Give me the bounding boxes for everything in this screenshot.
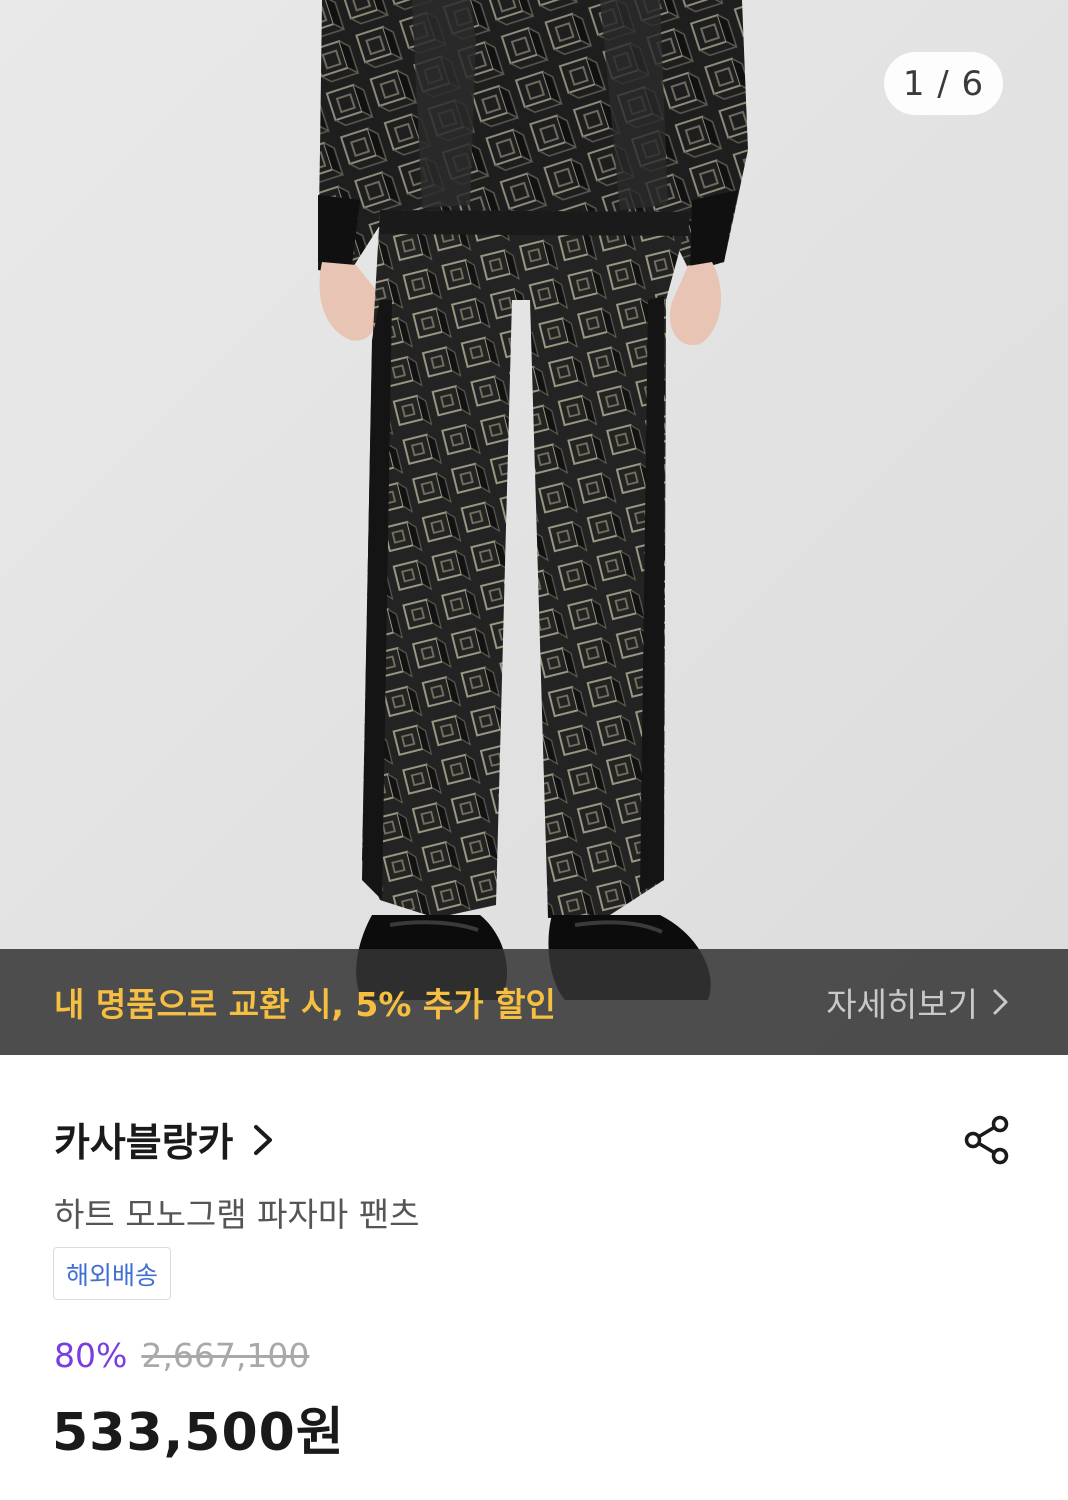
chevron-right-icon	[254, 1125, 273, 1155]
discount-rate: 80%	[54, 1336, 128, 1375]
brand-name: 카사블랑카	[54, 1121, 234, 1166]
brand-link[interactable]: 카사블랑카	[54, 1112, 275, 1168]
chevron-right-icon	[993, 989, 1008, 1015]
promo-detail-label: 자세히보기	[826, 985, 978, 1024]
product-photo	[0, 0, 1068, 1055]
product-name: 하트 모노그램 파자마 팬츠	[54, 1195, 420, 1234]
product-image-gallery[interactable]: 1 / 6 내 명품으로 교환 시, 5% 추가 할인 자세히보기	[0, 0, 1068, 1055]
price-row: 80% 2,667,100	[54, 1336, 309, 1375]
image-counter: 1 / 6	[884, 52, 1003, 115]
promo-banner[interactable]: 내 명품으로 교환 시, 5% 추가 할인 자세히보기	[0, 949, 1068, 1055]
overseas-shipping-badge: 해외배송	[53, 1247, 172, 1300]
final-price: 533,500원	[52, 1403, 345, 1463]
original-price: 2,667,100	[141, 1336, 310, 1375]
promo-text: 내 명품으로 교환 시, 5% 추가 할인	[54, 985, 556, 1024]
promo-detail-link[interactable]: 자세히보기	[826, 978, 1012, 1026]
share-icon[interactable]	[962, 1114, 1012, 1166]
